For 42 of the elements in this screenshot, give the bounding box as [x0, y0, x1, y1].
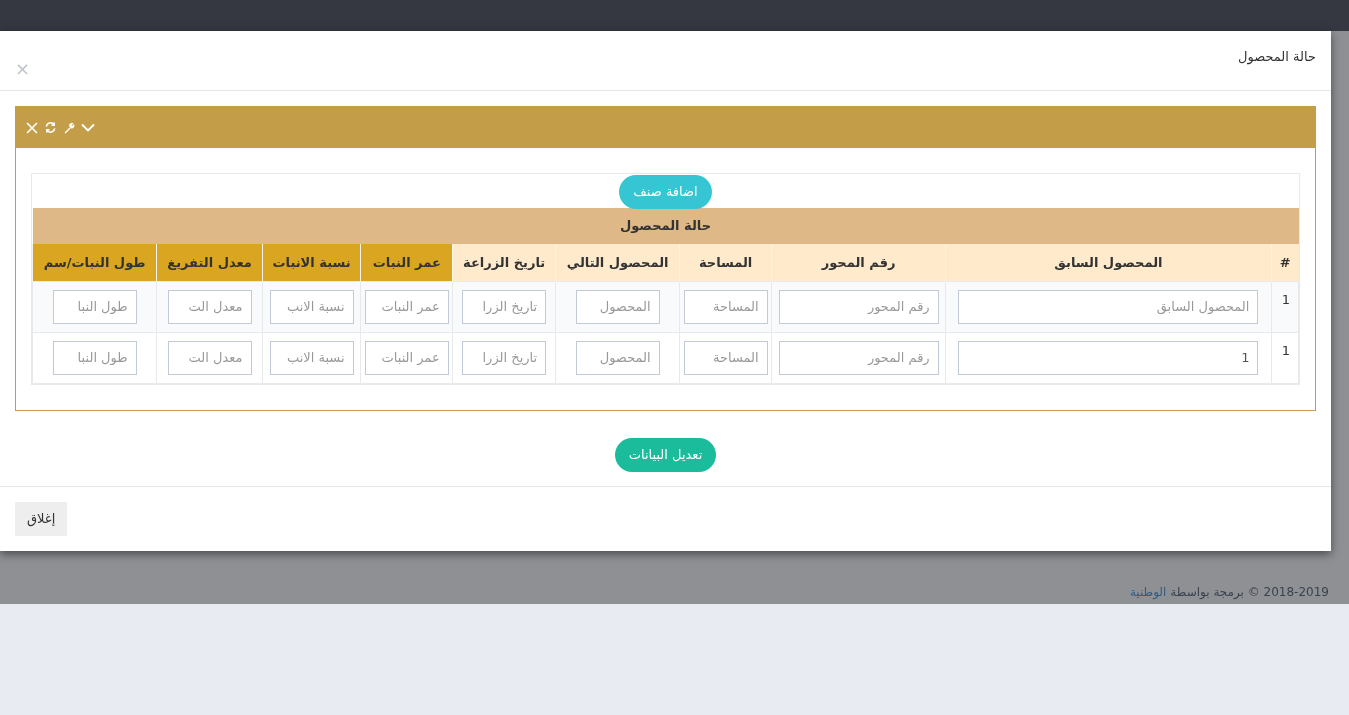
input-field[interactable]: المحصول السابق	[958, 289, 1259, 324]
input-field[interactable]: طول النبا	[52, 289, 137, 324]
input-field[interactable]: رقم المحور	[778, 289, 939, 324]
add-item-button[interactable]: اضافة صنف	[619, 175, 712, 209]
column-header: معدل التفريغ	[156, 244, 263, 281]
input-field[interactable]: رقم المحور	[778, 340, 939, 375]
close-dialog-button[interactable]: إغلاق	[15, 501, 68, 536]
column-header: #	[1271, 244, 1299, 281]
row-number: 1	[1271, 332, 1299, 383]
modal-title: حالة المحصول	[1238, 48, 1316, 67]
footer-text: 2018-2019 © برمجة بواسطة	[1170, 583, 1329, 601]
table-caption: حالة المحصول	[32, 208, 1299, 244]
input-field[interactable]: تاريخ الزرا	[462, 340, 547, 375]
column-header: المحصول التالي	[555, 244, 680, 281]
column-header: نسبة الانبات	[262, 244, 361, 281]
chevron-down-icon[interactable]	[81, 123, 95, 132]
input-field[interactable]: 1	[958, 340, 1259, 375]
column-header: طول النبات/سم	[32, 244, 157, 281]
wrench-icon[interactable]	[63, 121, 75, 134]
input-field[interactable]: نسبة الانب	[269, 289, 354, 324]
refresh-icon[interactable]	[44, 121, 57, 134]
input-field[interactable]: عمر النبات	[364, 289, 449, 324]
input-field[interactable]: طول النبا	[52, 340, 137, 375]
row-number: 1	[1271, 281, 1299, 332]
input-field[interactable]: تاريخ الزرا	[462, 289, 547, 324]
input-field[interactable]: نسبة الانب	[269, 340, 354, 375]
column-header: المحصول السابق	[945, 244, 1272, 281]
column-header: عمر النبات	[360, 244, 453, 281]
input-field[interactable]: المساحة	[683, 340, 768, 375]
input-field[interactable]: معدل الت	[167, 289, 252, 324]
column-header: المساحة	[679, 244, 772, 281]
submit-button[interactable]: تعديل البيانات	[614, 437, 717, 472]
close-button[interactable]: ×	[15, 60, 31, 78]
input-field[interactable]: المحصول	[575, 289, 660, 324]
input-field[interactable]: المساحة	[683, 289, 768, 324]
close-icon[interactable]	[26, 121, 38, 134]
column-header: رقم المحور	[771, 244, 946, 281]
column-header: تاريخ الزراعة	[452, 244, 556, 281]
footer-link[interactable]: الوطنية	[1129, 582, 1167, 601]
input-field[interactable]: المحصول	[575, 340, 660, 375]
input-field[interactable]: معدل الت	[167, 340, 252, 375]
input-field[interactable]: عمر النبات	[364, 340, 449, 375]
